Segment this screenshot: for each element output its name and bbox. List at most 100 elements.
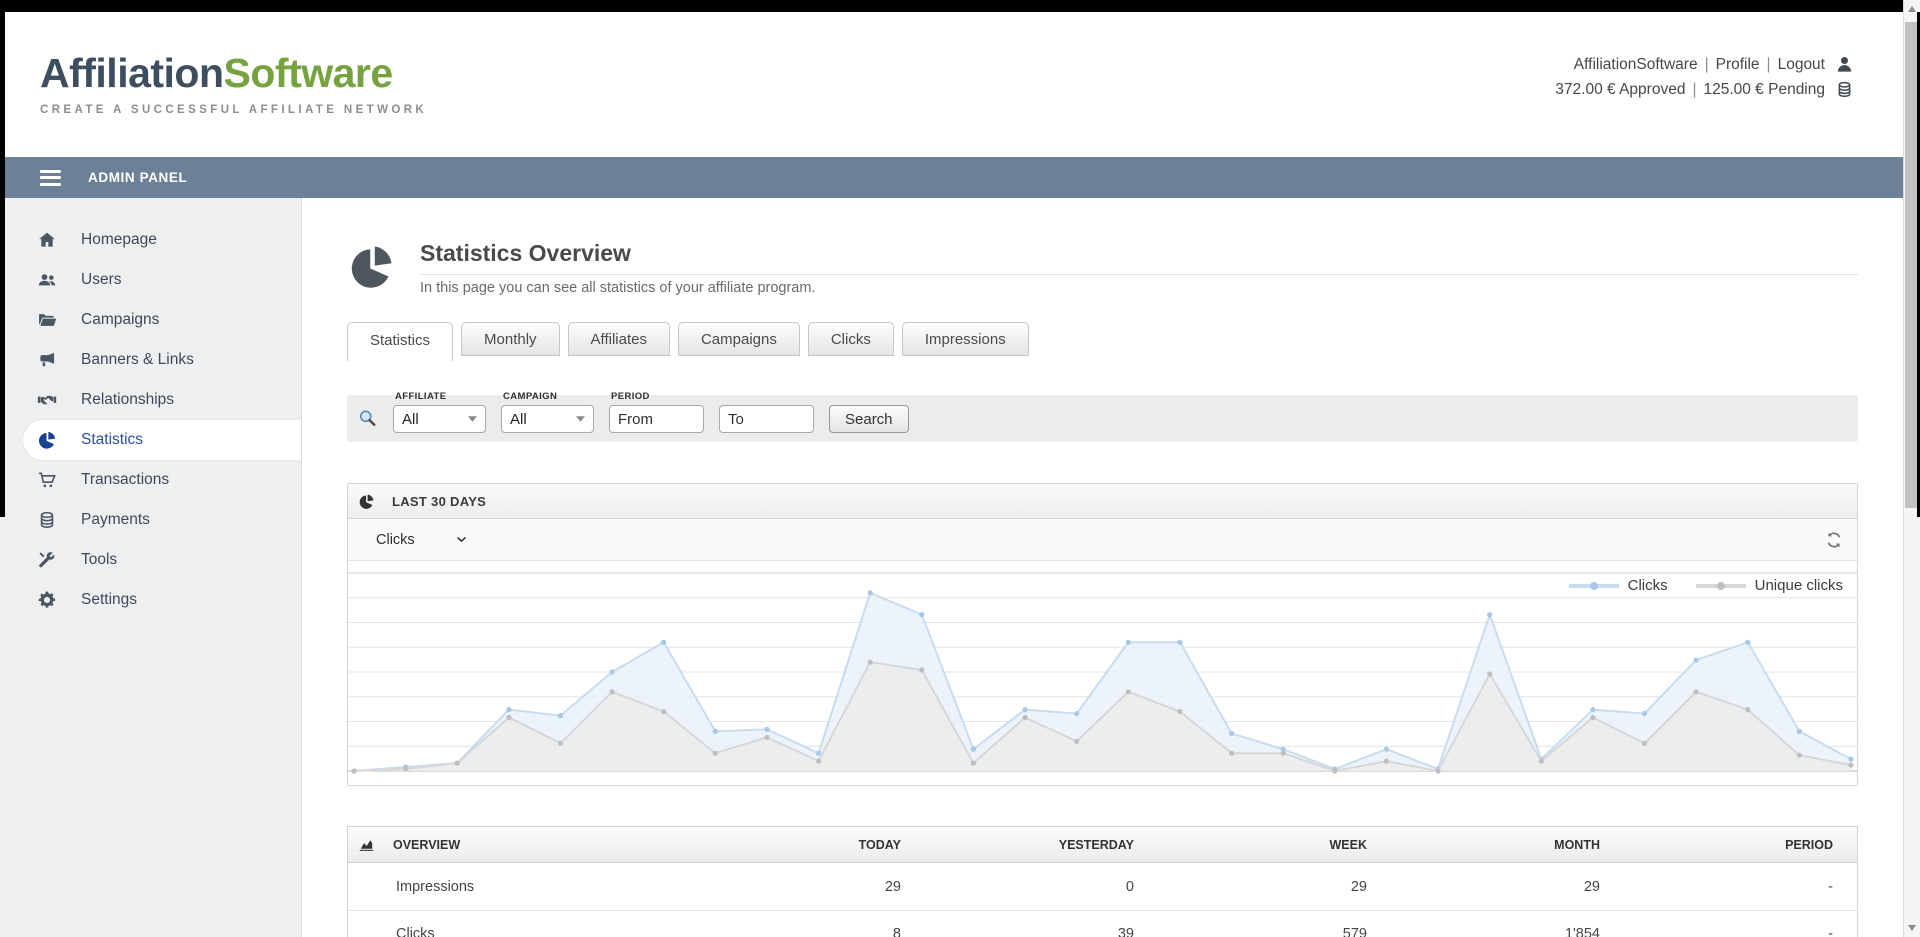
page-header: Statistics Overview In this page you can… <box>347 240 1858 296</box>
logo-wordmark: AffiliationSoftware <box>40 50 427 97</box>
sidebar-item-label: Banners & Links <box>81 351 194 369</box>
sidebar-item-statistics[interactable]: Statistics <box>23 420 301 460</box>
dropdown-arrow-icon <box>468 416 477 422</box>
overview-table-header: OVERVIEW TODAYYESTERDAYWEEKMONTHPERIOD <box>348 827 1857 863</box>
app-window: AffiliationSoftware CREATE A SUCCESSFUL … <box>0 0 1920 937</box>
sidebar-item-label: Homepage <box>81 231 157 249</box>
sidebar-item-relationships[interactable]: Relationships <box>0 380 301 420</box>
legend-marker <box>1696 584 1746 588</box>
chevron-down-icon <box>455 533 468 546</box>
legend-item-unique-clicks[interactable]: Unique clicks <box>1696 577 1843 594</box>
sidebar-item-settings[interactable]: Settings <box>0 580 301 620</box>
column-header-today: TODAY <box>668 838 901 852</box>
account-name-link[interactable]: AffiliationSoftware <box>1574 56 1698 73</box>
line-chart: Clicks Unique clicks <box>348 561 1857 785</box>
tab-clicks[interactable]: Clicks <box>808 322 894 356</box>
logo[interactable]: AffiliationSoftware CREATE A SUCCESSFUL … <box>40 50 427 116</box>
sidebar-item-banners-links[interactable]: Banners & Links <box>0 340 301 380</box>
window-left-edge <box>0 12 5 517</box>
metric-select[interactable]: Clicks <box>376 532 468 548</box>
legend-dot <box>1590 582 1598 590</box>
row-value: 8 <box>668 926 901 937</box>
tab-campaigns[interactable]: Campaigns <box>678 322 800 356</box>
tools-icon <box>37 550 57 570</box>
row-value: 1'854 <box>1367 926 1600 937</box>
legend-item-clicks[interactable]: Clicks <box>1569 577 1668 594</box>
overview-table: OVERVIEW TODAYYESTERDAYWEEKMONTHPERIOD I… <box>347 826 1858 937</box>
legend-label: Clicks <box>1628 577 1668 594</box>
pie-chart-icon <box>37 430 57 450</box>
megaphone-icon <box>37 350 57 370</box>
row-value: - <box>1600 926 1833 937</box>
logo-tagline: CREATE A SUCCESSFUL AFFILIATE NETWORK <box>40 104 427 116</box>
balance-row: 372.00 € Approved|125.00 € Pending <box>1555 77 1854 102</box>
row-label: Impressions <box>358 879 668 895</box>
overview-table-body: Impressions2902929-Clicks8395791'854- <box>348 863 1857 937</box>
row-value: - <box>1600 879 1833 895</box>
table-row-clicks: Clicks8395791'854- <box>348 910 1857 937</box>
affiliate-select-value: All <box>402 411 419 428</box>
panel-title: LAST 30 DAYS <box>392 494 486 509</box>
campaign-select[interactable]: All <box>501 405 594 433</box>
affiliate-select[interactable]: All <box>393 405 486 433</box>
column-header-week: WEEK <box>1134 838 1367 852</box>
last-30-days-panel: LAST 30 DAYS Clicks Clicks Unique clicks <box>347 483 1858 786</box>
sidebar-item-payments[interactable]: Payments <box>0 500 301 540</box>
balance-text: 372.00 € Approved|125.00 € Pending <box>1555 81 1825 99</box>
sidebar-item-homepage[interactable]: Homepage <box>0 220 301 260</box>
campaign-filter-group: CAMPAIGN All <box>501 391 594 433</box>
pie-chart-icon <box>347 242 396 291</box>
logo-text-primary: Affiliation <box>40 50 224 96</box>
scrollbar-up-arrow-icon[interactable] <box>1908 6 1916 12</box>
table-row-impressions: Impressions2902929- <box>348 863 1857 910</box>
users-icon <box>37 270 57 290</box>
scrollbar-down-arrow-icon[interactable] <box>1908 925 1916 931</box>
period-filter-group: PERIOD <box>609 391 704 433</box>
bar-chart-icon <box>358 836 375 853</box>
admin-panel-title: ADMIN PANEL <box>88 170 187 185</box>
refresh-icon[interactable] <box>1825 531 1843 549</box>
row-value: 29 <box>1367 879 1600 895</box>
affiliate-filter-group: AFFILIATE All <box>393 391 486 433</box>
tab-monthly[interactable]: Monthly <box>461 322 560 356</box>
coins-icon <box>1835 80 1854 99</box>
window-top-edge <box>0 0 1920 12</box>
balance-pending: 125.00 € Pending <box>1703 81 1825 98</box>
period-to-input[interactable] <box>719 405 814 433</box>
period-from-input[interactable] <box>609 405 704 433</box>
sidebar-item-label: Campaigns <box>81 311 159 329</box>
menu-toggle-icon[interactable] <box>40 170 61 186</box>
app-header: AffiliationSoftware CREATE A SUCCESSFUL … <box>0 12 1920 157</box>
campaign-select-value: All <box>510 411 527 428</box>
row-value: 39 <box>901 926 1134 937</box>
handshake-icon <box>37 390 57 410</box>
period-to-group <box>719 391 814 433</box>
search-button[interactable]: Search <box>829 405 909 433</box>
column-header-month: MONTH <box>1367 838 1600 852</box>
pie-chart-icon <box>358 493 375 510</box>
sidebar-item-label: Relationships <box>81 391 174 409</box>
account-links: AffiliationSoftware|Profile|Logout <box>1574 56 1825 74</box>
sidebar-item-users[interactable]: Users <box>0 260 301 300</box>
sidebar-item-campaigns[interactable]: Campaigns <box>0 300 301 340</box>
logout-link[interactable]: Logout <box>1778 56 1825 73</box>
profile-link[interactable]: Profile <box>1716 56 1760 73</box>
row-value: 579 <box>1134 926 1367 937</box>
affiliate-filter-label: AFFILIATE <box>395 391 486 402</box>
logo-text-secondary: Software <box>224 50 393 96</box>
account-links-row: AffiliationSoftware|Profile|Logout <box>1555 52 1854 77</box>
separator: | <box>1760 56 1778 73</box>
period-filter-label: PERIOD <box>611 391 704 402</box>
tab-statistics[interactable]: Statistics <box>347 322 453 361</box>
chart-plot-area <box>348 561 1857 785</box>
dropdown-arrow-icon <box>576 416 585 422</box>
sidebar-item-tools[interactable]: Tools <box>0 540 301 580</box>
campaign-filter-label: CAMPAIGN <box>503 391 594 402</box>
legend-label: Unique clicks <box>1755 577 1843 594</box>
balance-approved: 372.00 € Approved <box>1555 81 1685 98</box>
sidebar-item-transactions[interactable]: Transactions <box>0 460 301 500</box>
tab-impressions[interactable]: Impressions <box>902 322 1029 356</box>
tab-affiliates[interactable]: Affiliates <box>568 322 670 356</box>
chart-legend: Clicks Unique clicks <box>1569 577 1843 594</box>
search-spacer <box>831 391 909 402</box>
